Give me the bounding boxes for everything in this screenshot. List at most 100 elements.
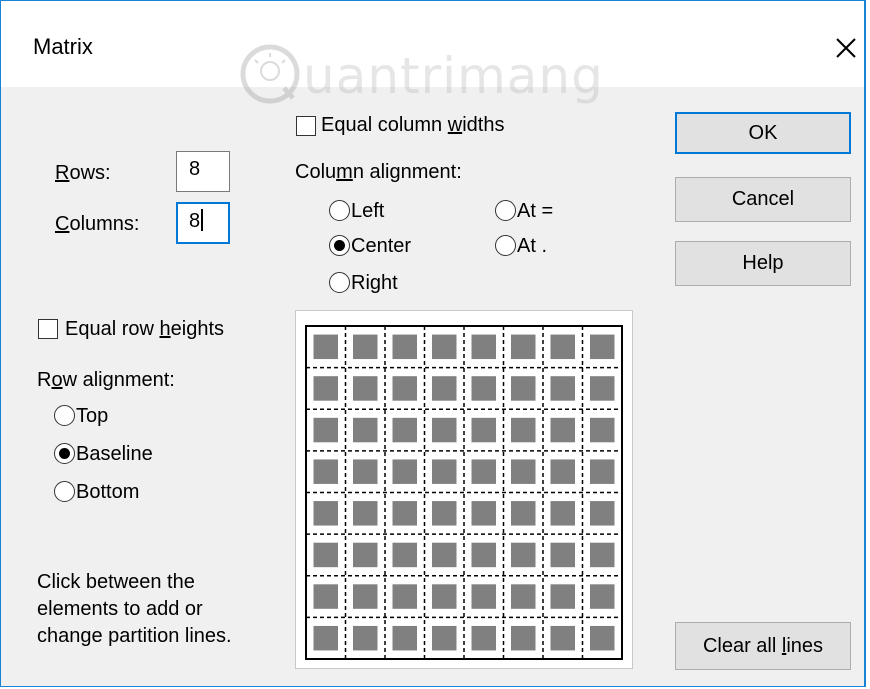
- matrix-cell: [590, 459, 615, 484]
- matrix-cell: [511, 459, 536, 484]
- matrix-dialog: Matrix uantrimang Rows: 8 Columns: 8 Equ…: [0, 0, 866, 687]
- matrix-cell: [550, 625, 575, 651]
- matrix-cell: [471, 459, 496, 484]
- radio-selected-dot: [334, 240, 345, 251]
- equal-row-heights-checkbox[interactable]: [38, 319, 58, 339]
- matrix-cell: [392, 334, 417, 360]
- matrix-cell: [313, 334, 338, 360]
- matrix-cell: [471, 501, 496, 526]
- column-align-at-equals-label: At =: [517, 200, 554, 222]
- matrix-cell: [511, 542, 536, 568]
- column-alignment-label: Column alignment:: [295, 161, 462, 183]
- matrix-cell: [550, 542, 575, 568]
- matrix-cell: [511, 625, 536, 651]
- matrix-cell: [353, 542, 378, 568]
- matrix-cell: [550, 376, 575, 401]
- column-align-center-label: Center: [351, 235, 412, 257]
- equal-column-widths-label: Equal column widths: [321, 114, 505, 136]
- watermark-text: uantrimang: [303, 47, 604, 105]
- matrix-cell: [392, 501, 417, 526]
- matrix-cell: [313, 376, 338, 401]
- matrix-cell: [353, 334, 378, 360]
- dialog-title: Matrix: [33, 34, 93, 59]
- column-align-left-radio[interactable]: [329, 200, 350, 221]
- column-align-right-radio[interactable]: [329, 272, 350, 293]
- matrix-cell: [432, 584, 457, 609]
- help-button[interactable]: Help: [675, 241, 851, 286]
- matrix-cell: [590, 334, 615, 360]
- clear-all-lines-button[interactable]: Clear all lines: [675, 622, 851, 670]
- columns-label: Columns:: [55, 213, 140, 235]
- matrix-cell: [471, 584, 496, 609]
- row-align-top-radio[interactable]: [54, 405, 75, 426]
- row-align-baseline-label: Baseline: [76, 443, 153, 465]
- matrix-cell: [392, 584, 417, 609]
- row-align-top-label: Top: [76, 405, 109, 427]
- row-align-baseline-radio[interactable]: [54, 443, 75, 464]
- matrix-cell: [550, 501, 575, 526]
- matrix-cell: [353, 625, 378, 651]
- row-align-bottom-label: Bottom: [76, 481, 140, 503]
- ok-button[interactable]: OK: [675, 112, 851, 154]
- matrix-cell: [432, 542, 457, 568]
- matrix-cell: [392, 376, 417, 401]
- column-align-at-equals-radio[interactable]: [495, 200, 516, 221]
- matrix-cell: [511, 584, 536, 609]
- matrix-cell: [313, 584, 338, 609]
- rows-input[interactable]: 8: [176, 151, 230, 192]
- matrix-cell: [392, 542, 417, 568]
- column-align-at-period-label: At .: [517, 235, 548, 257]
- matrix-cell: [511, 334, 536, 360]
- matrix-cell: [471, 376, 496, 401]
- matrix-cell: [511, 501, 536, 526]
- matrix-cell: [511, 417, 536, 443]
- row-align-bottom-radio[interactable]: [54, 481, 75, 502]
- matrix-cell: [590, 542, 615, 568]
- column-align-left-label: Left: [351, 200, 385, 222]
- cancel-button[interactable]: Cancel: [675, 177, 851, 222]
- column-align-at-period-radio[interactable]: [495, 235, 516, 256]
- matrix-cell: [432, 501, 457, 526]
- matrix-cell: [353, 417, 378, 443]
- matrix-cell: [550, 417, 575, 443]
- matrix-cell: [432, 376, 457, 401]
- help-text-line-3: change partition lines.: [37, 625, 232, 647]
- matrix-cell: [590, 417, 615, 443]
- column-align-right-label: Right: [351, 272, 398, 294]
- matrix-cell: [313, 542, 338, 568]
- matrix-cell: [313, 625, 338, 651]
- matrix-preview-grid[interactable]: [296, 311, 632, 668]
- matrix-cell: [313, 459, 338, 484]
- equal-row-heights-label: Equal row heights: [65, 318, 224, 340]
- matrix-cell: [432, 459, 457, 484]
- help-text-line-1: Click between the: [37, 571, 195, 593]
- matrix-cell: [432, 625, 457, 651]
- matrix-cell: [313, 417, 338, 443]
- matrix-cell: [471, 542, 496, 568]
- close-icon[interactable]: [829, 31, 863, 65]
- matrix-cell: [590, 625, 615, 651]
- matrix-cell: [590, 376, 615, 401]
- column-align-center-radio[interactable]: [329, 235, 350, 256]
- watermark-logo: uantrimang: [239, 41, 641, 109]
- rows-label: Rows:: [55, 162, 111, 184]
- matrix-cell: [471, 417, 496, 443]
- matrix-cell: [392, 625, 417, 651]
- matrix-cell: [392, 417, 417, 443]
- matrix-cell: [590, 584, 615, 609]
- matrix-cell: [353, 459, 378, 484]
- matrix-cell: [550, 584, 575, 609]
- text-caret: [201, 209, 204, 231]
- matrix-cell: [550, 459, 575, 484]
- equal-column-widths-checkbox[interactable]: [296, 116, 316, 136]
- radio-selected-dot: [59, 448, 70, 459]
- matrix-cell: [432, 334, 457, 360]
- columns-input[interactable]: 8: [176, 202, 230, 244]
- matrix-cell: [353, 501, 378, 526]
- matrix-cell: [511, 376, 536, 401]
- matrix-cell: [550, 334, 575, 360]
- matrix-preview[interactable]: [295, 310, 633, 669]
- matrix-cell: [432, 417, 457, 443]
- help-text-line-2: elements to add or: [37, 598, 203, 620]
- matrix-cell: [392, 459, 417, 484]
